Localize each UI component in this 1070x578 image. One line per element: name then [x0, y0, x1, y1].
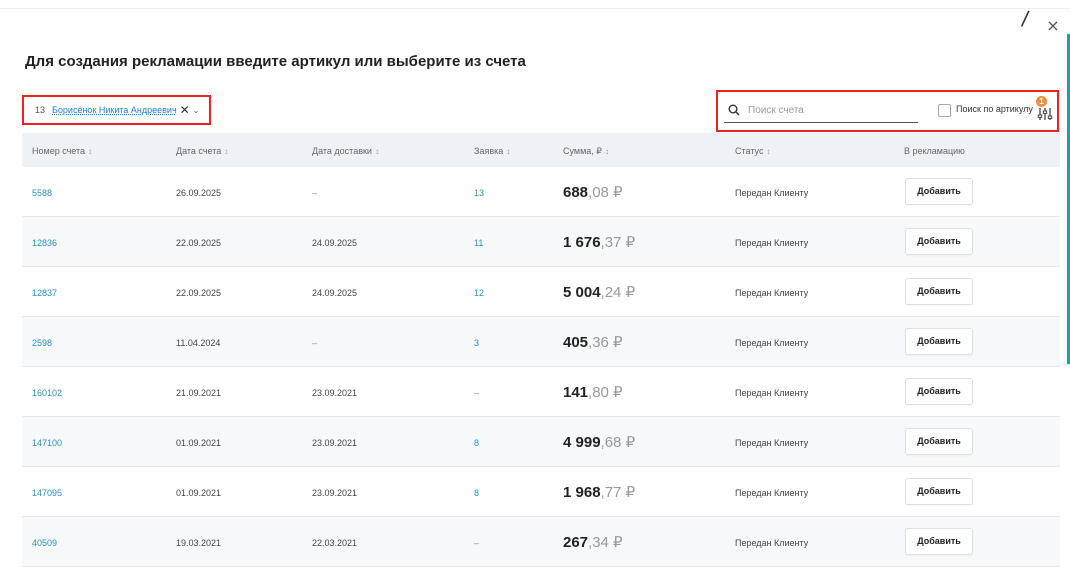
invoice-status: Передан Клиенту [735, 388, 809, 398]
order-empty: – [474, 538, 480, 548]
sort-icon[interactable]: ↕ [88, 147, 92, 156]
table-row: 5588 26.09.2025 – 13 688,08 ₽ Передан Кл… [22, 167, 1060, 217]
invoice-number-link[interactable]: 40509 [32, 538, 57, 548]
invoice-sum: 5 004,24 ₽ [563, 284, 636, 301]
invoice-status: Передан Клиенту [735, 538, 809, 548]
article-search-checkbox[interactable] [938, 104, 951, 117]
invoices-table: Номер счета ↕ Дата счета ↕ Дата доставки ↕ … [22, 133, 1060, 567]
search-icon [728, 104, 740, 116]
table-row: 12837 22.09.2025 24.09.2025 12 5 004,24 … [22, 267, 1060, 317]
table-header: Номер счета ↕ Дата счета ↕ Дата доставки ↕ … [22, 133, 1060, 167]
filter-count-badge: 1 [1036, 96, 1047, 107]
table-row: 40509 19.03.2021 22.03.2021 – 267,34 ₽ П… [22, 517, 1060, 567]
invoice-date: 21.09.2021 [176, 388, 222, 398]
column-header-sum[interactable]: Сумма, ₽ ↕ [563, 146, 609, 157]
order-link[interactable]: 11 [474, 238, 483, 248]
column-header-order[interactable]: Заявка ↕ [474, 146, 510, 156]
invoice-search-input[interactable] [748, 101, 918, 119]
invoice-status: Передан Клиенту [735, 238, 809, 248]
delivery-date: – [312, 338, 318, 348]
modal-title: Для создания рекламации введите артикул … [25, 53, 526, 70]
filter-customer-number: 13 [35, 105, 46, 115]
invoice-status: Передан Клиенту [735, 438, 809, 448]
invoice-sum: 267,34 ₽ [563, 534, 623, 551]
clear-filter-icon[interactable]: ✕ [180, 103, 190, 117]
order-link[interactable]: 8 [474, 488, 479, 498]
add-to-claim-button[interactable]: Добавить [905, 428, 973, 455]
add-to-claim-button[interactable]: Добавить [905, 478, 973, 505]
add-to-claim-button[interactable]: Добавить [905, 228, 973, 255]
add-to-claim-button[interactable]: Добавить [905, 278, 973, 305]
order-empty: – [474, 388, 480, 398]
table-row: 2598 11.04.2024 – 3 405,36 ₽ Передан Кли… [22, 317, 1060, 367]
invoice-date: 22.09.2025 [176, 238, 222, 248]
invoice-number-link[interactable]: 12836 [32, 238, 57, 248]
sort-icon[interactable]: ↕ [375, 147, 379, 156]
invoice-date: 22.09.2025 [176, 288, 222, 298]
filter-customer-name[interactable]: Борисёнок Никита Андреевич [52, 105, 177, 115]
delivery-date: – [312, 188, 318, 198]
invoice-date: 01.09.2021 [176, 488, 222, 498]
invoice-status: Передан Клиенту [735, 188, 809, 198]
table-row: 147095 01.09.2021 23.09.2021 8 1 968,77 … [22, 467, 1060, 517]
add-to-claim-button[interactable]: Добавить [905, 378, 973, 405]
invoice-date: 19.03.2021 [176, 538, 222, 548]
invoice-date: 11.04.2024 [176, 338, 221, 348]
column-header-delivery[interactable]: Дата доставки ↕ [312, 146, 379, 156]
search-panel: Поиск по артикулу 1 [716, 90, 1059, 132]
invoice-sum: 405,36 ₽ [563, 334, 623, 351]
invoice-sum: 1 676,37 ₽ [563, 234, 636, 251]
invoice-date: 26.09.2025 [176, 188, 222, 198]
delivery-date: 22.03.2021 [312, 538, 358, 548]
invoice-sum: 141,80 ₽ [563, 384, 623, 401]
chevron-down-icon[interactable]: ⌄ [193, 106, 200, 115]
invoice-date: 01.09.2021 [176, 438, 222, 448]
delivery-date: 23.09.2021 [312, 488, 358, 498]
add-to-claim-button[interactable]: Добавить [905, 178, 973, 205]
invoice-sum: 1 968,77 ₽ [563, 484, 636, 501]
top-divider [0, 8, 1070, 9]
close-icon[interactable]: × [1045, 18, 1061, 34]
table-row: 12836 22.09.2025 24.09.2025 11 1 676,37 … [22, 217, 1060, 267]
invoice-number-link[interactable]: 147100 [32, 438, 62, 448]
invoice-number-link[interactable]: 12837 [32, 288, 57, 298]
order-link[interactable]: 8 [474, 438, 479, 448]
table-row: 147100 01.09.2021 23.09.2021 8 4 999,68 … [22, 417, 1060, 467]
column-header-date[interactable]: Дата счета ↕ [176, 146, 228, 156]
invoice-status: Передан Клиенту [735, 338, 809, 348]
invoice-number-link[interactable]: 160102 [32, 388, 62, 398]
customer-filter[interactable]: 13 Борисёнок Никита Андреевич ✕ ⌄ [22, 95, 211, 125]
table-row: 160102 21.09.2021 23.09.2021 – 141,80 ₽ … [22, 367, 1060, 417]
sort-icon[interactable]: ↕ [506, 147, 510, 156]
add-to-claim-button[interactable]: Добавить [905, 528, 973, 555]
order-link[interactable]: 12 [474, 288, 484, 298]
invoice-number-link[interactable]: 147095 [32, 488, 62, 498]
invoice-number-link[interactable]: 2598 [32, 338, 52, 348]
invoice-number-link[interactable]: 5588 [32, 188, 52, 198]
invoice-status: Передан Клиенту [735, 488, 809, 498]
add-to-claim-button[interactable]: Добавить [905, 328, 973, 355]
article-search-label[interactable]: Поиск по артикулу [956, 104, 1033, 114]
search-underline [724, 122, 918, 123]
slash-mark: / [1020, 5, 1031, 31]
delivery-date: 24.09.2025 [312, 288, 358, 298]
claim-modal: / × Для создания рекламации введите арти… [0, 0, 1070, 578]
delivery-date: 23.09.2021 [312, 438, 358, 448]
sort-icon[interactable]: ↕ [766, 147, 770, 156]
column-header-number[interactable]: Номер счета ↕ [32, 146, 92, 156]
delivery-date: 24.09.2025 [312, 238, 358, 248]
order-link[interactable]: 3 [474, 338, 479, 348]
invoice-status: Передан Клиенту [735, 288, 809, 298]
order-link[interactable]: 13 [474, 188, 484, 198]
sort-icon[interactable]: ↕ [605, 147, 609, 156]
column-header-claim: В рекламацию [904, 146, 965, 156]
invoice-sum: 4 999,68 ₽ [563, 434, 636, 451]
sort-icon[interactable]: ↕ [224, 147, 228, 156]
column-header-status[interactable]: Статус ↕ [735, 146, 770, 156]
invoice-sum: 688,08 ₽ [563, 184, 623, 201]
delivery-date: 23.09.2021 [312, 388, 358, 398]
